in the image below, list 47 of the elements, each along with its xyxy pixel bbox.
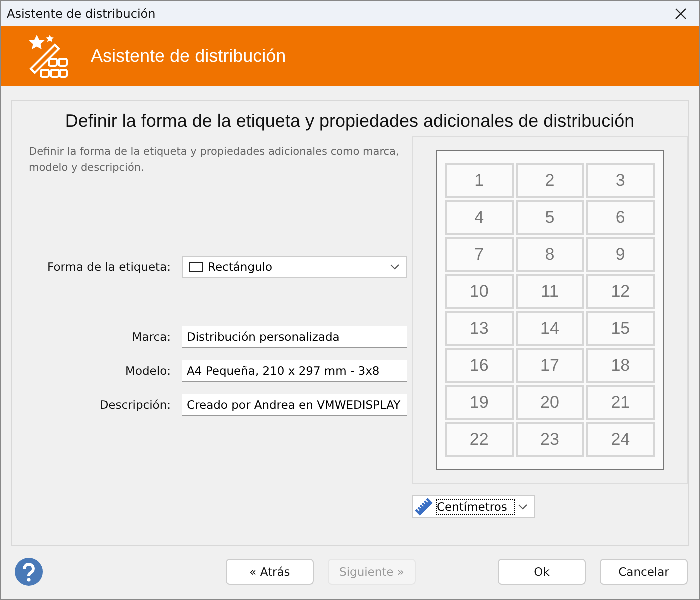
label-cell: 20 — [516, 385, 584, 420]
ruler-icon — [415, 498, 433, 516]
shape-dropdown[interactable]: Rectángulo — [182, 256, 407, 278]
label-cell: 3 — [586, 163, 655, 198]
field-label: Modelo: — [124, 364, 172, 378]
field-label: Forma de la etiqueta: — [46, 260, 172, 274]
label-cell: 23 — [516, 422, 584, 457]
chevron-down-icon — [390, 264, 400, 270]
help-icon[interactable] — [15, 558, 43, 586]
nav-button[interactable]: « Atrás — [226, 559, 314, 585]
ok-button[interactable]: Ok — [498, 559, 586, 585]
label-cell: 9 — [586, 237, 655, 272]
header-title: Asistente de distribución — [91, 46, 286, 66]
label-cell: 18 — [586, 348, 655, 383]
label-cell: 19 — [445, 385, 514, 420]
input-field[interactable]: A4 Pequeña, 210 x 297 mm - 3x8 — [182, 360, 407, 382]
field-label: Descripción: — [98, 398, 172, 412]
chevron-down-icon — [518, 504, 528, 510]
label-cell: 7 — [445, 237, 514, 272]
field-label: Marca: — [131, 330, 172, 344]
page-description: Definir la forma de la etiqueta y propiedades adicionales como marca, modelo y descripción. — [29, 145, 400, 176]
label-cell: 14 — [516, 311, 584, 346]
rectangle-icon — [189, 262, 203, 272]
label-cell: 1 — [445, 163, 514, 198]
close-icon — [675, 8, 687, 20]
label-cell: 21 — [586, 385, 655, 420]
label-cell: 15 — [586, 311, 655, 346]
label-cell: 24 — [586, 422, 655, 457]
label-cell: 13 — [445, 311, 514, 346]
label-cell: 10 — [445, 274, 514, 309]
label-cell: 11 — [516, 274, 584, 309]
input-field[interactable]: Creado por Andrea en VMWEDISPLAY — [182, 394, 407, 416]
label-cell: 12 — [586, 274, 655, 309]
label-cell: 6 — [586, 200, 655, 235]
page-heading: Definir la forma de la etiqueta y propiedades adicionales de distribución — [64, 111, 636, 132]
label-cell: 16 — [445, 348, 514, 383]
magic-wand-icon — [27, 33, 69, 79]
input-field[interactable]: Distribución personalizada — [182, 326, 407, 348]
label-cell: 8 — [516, 237, 584, 272]
label-cell: 5 — [516, 200, 584, 235]
label-cell: 22 — [445, 422, 514, 457]
window-title: Asistente de distribución — [7, 6, 156, 20]
units-dropdown[interactable]: Centímetros — [412, 495, 535, 518]
label-cell: 17 — [516, 348, 584, 383]
cancel-button[interactable]: Cancelar — [600, 559, 688, 585]
label-cell: 4 — [445, 200, 514, 235]
label-cell: 2 — [516, 163, 584, 198]
